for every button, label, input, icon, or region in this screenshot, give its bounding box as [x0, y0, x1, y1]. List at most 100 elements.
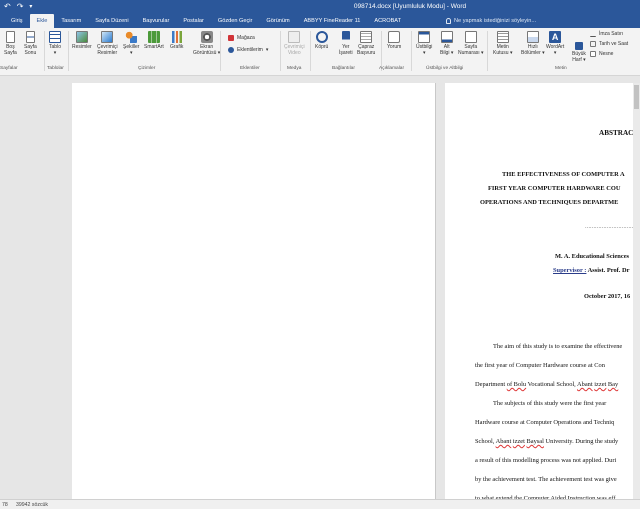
- footer-icon: [440, 31, 453, 43]
- tell-me-box[interactable]: Ne yapmak istediğinizi söyleyin...: [446, 17, 536, 25]
- online-pictures-button[interactable]: Çevrimiçi Resimler: [97, 31, 118, 56]
- drop-cap-button[interactable]: Büyük Harf ▾: [572, 42, 586, 63]
- tab-başvurular[interactable]: Başvurular: [136, 14, 177, 28]
- shapes-icon: [125, 31, 138, 43]
- text-run: School,: [475, 438, 496, 445]
- chart-button[interactable]: Grafik: [170, 31, 183, 51]
- smartart-button[interactable]: SmartArt: [144, 31, 164, 51]
- bookmark-button[interactable]: Yer İşareti: [339, 31, 353, 56]
- my-addins-dropdown-icon: ▾: [265, 47, 269, 53]
- group-label-links: Bağlantılar: [332, 66, 355, 71]
- signature-line-button[interactable]: İmza Satırı: [590, 31, 623, 37]
- thesis-title-line: OPERATIONS AND TECHNIQUES DEPARTME: [480, 199, 619, 206]
- store-icon: [228, 35, 234, 41]
- comment-icon: [388, 31, 401, 43]
- document-page[interactable]: ABSTRACT THE EFFECTIVENESS OF COMPUTER A…: [445, 83, 640, 499]
- date-time-button[interactable]: Tarih ve Saat: [590, 41, 628, 47]
- group-label-addins: Eklentiler: [240, 66, 260, 71]
- text-run: The subjects of this study were the firs…: [493, 400, 607, 407]
- text-run: the first year of Computer Hardware cour…: [475, 362, 605, 369]
- group-label-media: Medya: [287, 66, 302, 71]
- page-number-icon: [464, 31, 477, 43]
- screenshot-button[interactable]: Ekran Görüntüsü ▾: [193, 31, 220, 56]
- ribbon-separator: [411, 31, 412, 71]
- group-label-pages: Sayfalar: [0, 66, 18, 71]
- bookmark-icon: [341, 31, 350, 43]
- text-run: Vocational School,: [526, 381, 578, 388]
- quick-parts-button[interactable]: Hızlı Bölümler ▾: [521, 31, 545, 56]
- text-run: by the achievement test. The achievement…: [475, 476, 617, 483]
- ribbon-separator: [44, 31, 45, 71]
- online-video-button[interactable]: Çevrimiçi Video: [284, 31, 305, 56]
- store-button[interactable]: Mağaza: [228, 35, 255, 41]
- header-icon: [418, 31, 431, 43]
- tab-postalar[interactable]: Postalar: [176, 14, 211, 28]
- my-addins-button[interactable]: Eklentilerim ▾: [228, 47, 268, 53]
- cover-page-button[interactable]: Boş Sayfa: [4, 31, 17, 56]
- tab-tasarım[interactable]: Tasarım: [54, 14, 88, 28]
- tab-giriş[interactable]: Giriş: [4, 14, 30, 28]
- word-count[interactable]: 39942 sözcük: [16, 502, 48, 508]
- misspelled-word: Abant: [577, 381, 593, 388]
- smartart-icon: [147, 31, 160, 43]
- lightbulb-icon: [446, 18, 451, 24]
- tab-abbyy-finereader-11[interactable]: ABBYY FineReader 11: [297, 14, 368, 28]
- group-label-comments: Açıklamalar: [379, 66, 405, 71]
- misspelled-word: Bay: [607, 381, 619, 388]
- page-break-icon: [25, 31, 35, 43]
- misspelled-word: Baysal: [526, 438, 544, 445]
- ribbon-tabs: Giriş Ekle Tasarım Sayfa Düzeni Başvurular Po…: [4, 14, 408, 28]
- table-icon: [49, 31, 61, 43]
- document-workspace: ABSTRACT THE EFFECTIVENESS OF COMPUTER A…: [0, 77, 640, 499]
- scrollbar-thumb[interactable]: [634, 85, 639, 109]
- tab-gözden-geçir[interactable]: Gözden Geçir: [211, 14, 260, 28]
- text-box-button[interactable]: Metin Kutusu ▾: [493, 31, 512, 56]
- chart-icon: [170, 31, 183, 43]
- page-break-button[interactable]: Sayfa Sonu: [24, 31, 37, 56]
- header-button[interactable]: Üstbilgi ▾: [416, 31, 432, 56]
- hyperlink-button[interactable]: Köprü: [315, 31, 328, 51]
- quick-parts-icon: [526, 31, 539, 43]
- page-indicator[interactable]: 78: [2, 502, 8, 508]
- tab-görünüm[interactable]: Görünüm: [259, 14, 296, 28]
- tab-ekle[interactable]: Ekle: [29, 14, 55, 28]
- tell-me-placeholder: Ne yapmak istediğinizi söyleyin...: [454, 18, 537, 24]
- text-run: The aim of this study is to examine the …: [493, 343, 623, 350]
- supervisor-value: Assist. Prof. Dr: [586, 267, 630, 274]
- addins-icon: [228, 47, 234, 53]
- link-icon: [315, 31, 328, 43]
- pictures-icon: [75, 31, 88, 43]
- online-pictures-icon: [101, 31, 114, 43]
- text-box-icon: [496, 31, 509, 43]
- camera-icon: [200, 31, 213, 43]
- misspelled-word: izzet: [512, 438, 525, 445]
- abstract-text-line: The aim of this study is to examine the …: [493, 343, 622, 350]
- abstract-text-line: by the achievement test. The achievement…: [475, 476, 617, 483]
- thesis-title-line: THE EFFECTIVENESS OF COMPUTER A: [502, 171, 625, 178]
- object-button[interactable]: Nesne: [590, 51, 613, 57]
- footer-button[interactable]: Alt Bilgi ▾: [440, 31, 453, 56]
- table-button[interactable]: Tablo ▾: [49, 31, 61, 56]
- tab-acrobat[interactable]: ACROBAT: [367, 14, 408, 28]
- new-comment-button[interactable]: Yorum: [387, 31, 401, 51]
- document-page[interactable]: [72, 83, 436, 499]
- text-run: University. During the study: [543, 438, 619, 445]
- cross-reference-button[interactable]: Çapraz Başvuru: [357, 31, 375, 56]
- calendar-icon: [590, 41, 596, 47]
- pictures-button[interactable]: Resimler: [72, 31, 92, 51]
- cross-reference-icon: [360, 31, 373, 43]
- title-bar: ↶ ↷ ▾ 098714.docx [Uyumluluk Modu] - Wor…: [0, 0, 640, 14]
- shapes-button[interactable]: Şekiller ▾: [123, 31, 139, 56]
- object-icon: [590, 51, 596, 57]
- wordart-button[interactable]: A WordArt ▾: [546, 31, 564, 56]
- status-bar: 78 39942 sözcük: [0, 499, 640, 509]
- tab-sayfa-düzeni[interactable]: Sayfa Düzeni: [88, 14, 135, 28]
- page-number-button[interactable]: Sayfa Numarası ▾: [458, 31, 484, 56]
- ribbon-separator: [280, 31, 281, 71]
- abstract-text-line: Department of Bolu Vocational School, Ab…: [475, 381, 618, 388]
- ribbon-separator: [487, 31, 488, 71]
- drop-cap-icon: [574, 42, 583, 50]
- ribbon-insert: Boş Sayfa Sayfa Sonu Sayfalar Tablo ▾ Ta…: [0, 28, 640, 76]
- vertical-scrollbar[interactable]: [633, 83, 640, 499]
- supervisor-label: Supervisor :: [553, 267, 587, 274]
